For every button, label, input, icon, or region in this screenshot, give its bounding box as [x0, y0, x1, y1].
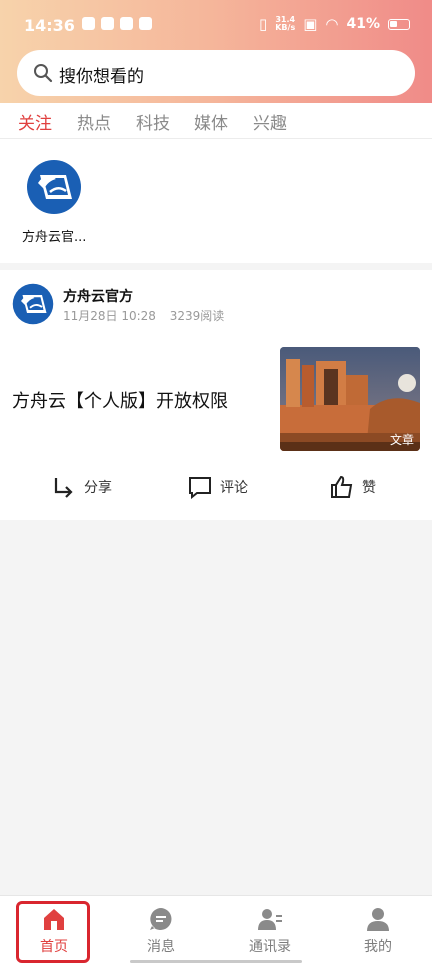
share-label: 分享 — [84, 480, 112, 496]
net-speed: 31.4 KB/s — [275, 15, 296, 32]
nav-contacts[interactable]: 通讯录 — [230, 906, 310, 956]
home-indicator[interactable] — [130, 960, 302, 963]
post-date: 11月28日 10:28 — [63, 309, 156, 323]
vibrate-icon: ▯ — [258, 15, 268, 33]
tab-tech[interactable]: 科技 — [136, 109, 170, 134]
category-tabs: 关注 热点 科技 媒体 兴趣 — [0, 103, 432, 142]
chat-app-icon — [139, 17, 152, 30]
search-placeholder: 搜你想看的 — [59, 67, 144, 87]
battery-icon — [388, 18, 410, 30]
tab-interest[interactable]: 兴趣 — [253, 109, 287, 134]
following-strip: 方舟云官... — [0, 139, 432, 263]
post-actions: 分享 评论 赞 — [0, 475, 432, 505]
sim-icon: ▣ — [303, 15, 318, 33]
search-bar[interactable]: 搜你想看的 — [17, 50, 415, 96]
share-button[interactable]: 分享 — [52, 475, 112, 499]
post-card[interactable]: 方舟云官方 11月28日 10:28 3239阅读 方舟云【个人版】开放权限 文… — [0, 270, 432, 520]
post-author[interactable]: 方舟云官方 — [63, 286, 133, 306]
home-highlight-box — [16, 901, 90, 963]
thumbnail-type-label: 文章 — [389, 433, 414, 447]
following-name[interactable]: 方舟云官... — [22, 226, 86, 245]
share-icon — [54, 478, 73, 498]
status-right: ▯ 31.4 KB/s ▣ ◠ 41% — [259, 15, 410, 33]
battery-percent: 41% — [346, 16, 380, 32]
comment-button[interactable]: 评论 — [188, 475, 248, 499]
status-bar: 14:36 ▯ 31.4 KB/s ▣ ◠ 41% — [0, 0, 432, 50]
nav-profile-label: 我的 — [364, 939, 392, 955]
like-button[interactable]: 赞 — [330, 475, 376, 499]
contacts-icon — [258, 909, 282, 930]
nav-messages-label: 消息 — [147, 939, 175, 955]
comment-label: 评论 — [220, 480, 248, 496]
crown-app-icon — [120, 17, 133, 30]
comment-icon — [189, 477, 211, 499]
nav-messages[interactable]: 消息 — [121, 906, 201, 956]
mail-app-icon — [101, 17, 114, 30]
post-meta: 11月28日 10:28 3239阅读 — [63, 307, 234, 324]
post-thumbnail[interactable]: 文章 — [280, 347, 420, 451]
tab-following[interactable]: 关注 — [18, 109, 52, 142]
status-app-icons — [82, 17, 152, 30]
nav-profile[interactable]: 我的 — [338, 906, 418, 956]
post-reads: 3239阅读 — [169, 309, 225, 323]
nav-contacts-label: 通讯录 — [249, 939, 291, 955]
message-icon — [150, 908, 172, 930]
wifi-icon: ◠ — [325, 15, 339, 33]
status-time: 14:36 — [24, 16, 75, 35]
author-avatar[interactable] — [12, 283, 54, 325]
profile-icon — [367, 908, 389, 931]
tab-media[interactable]: 媒体 — [194, 109, 228, 134]
search-icon — [34, 64, 53, 83]
thumbs-up-icon — [331, 475, 353, 498]
post-title[interactable]: 方舟云【个人版】开放权限 — [12, 387, 228, 413]
like-label: 赞 — [362, 480, 376, 496]
video-app-icon — [82, 17, 95, 30]
fangzhouyun-avatar[interactable] — [26, 159, 82, 215]
tab-hot[interactable]: 热点 — [77, 109, 111, 134]
